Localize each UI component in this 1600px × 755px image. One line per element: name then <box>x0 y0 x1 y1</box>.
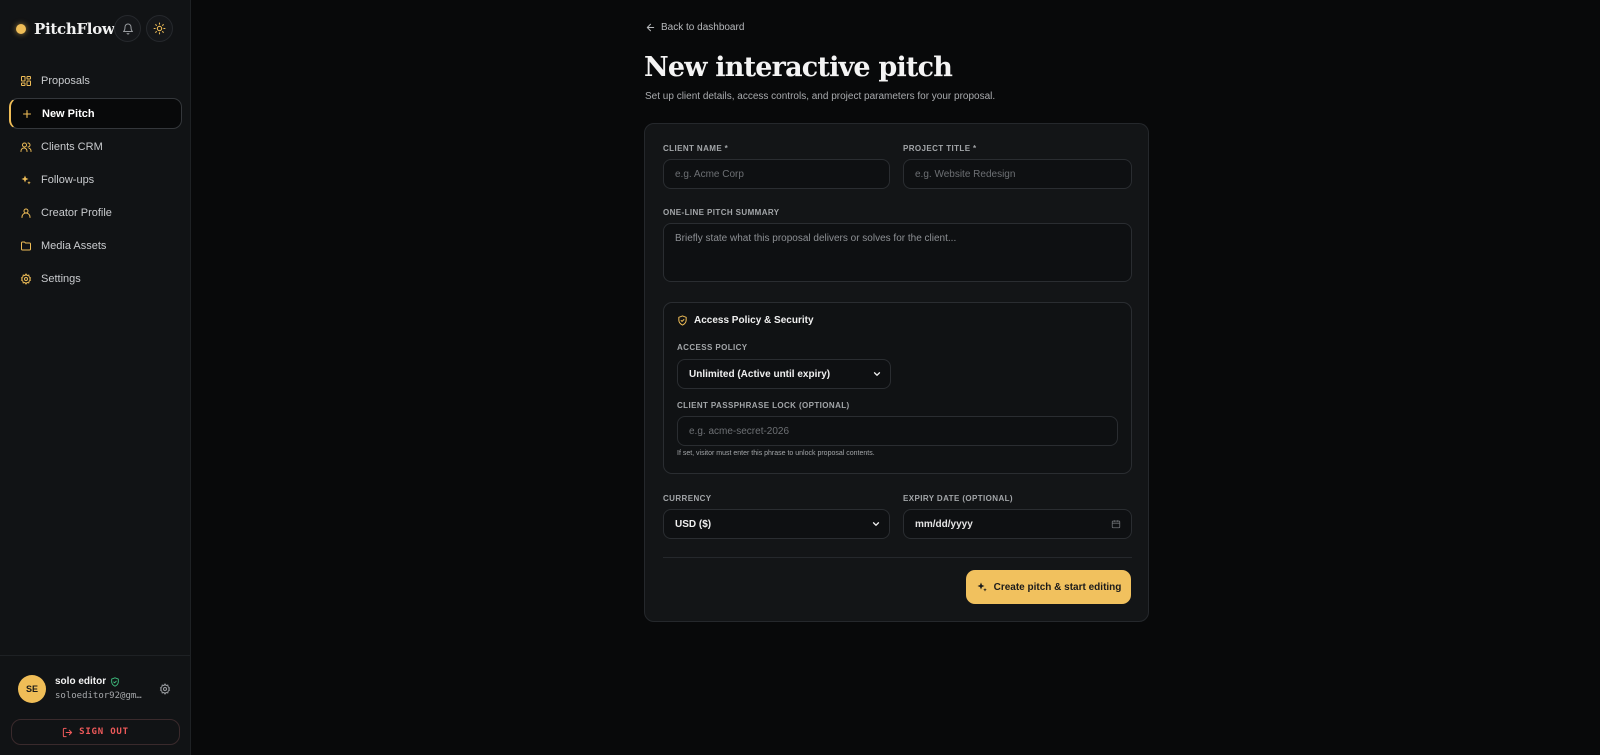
gear-icon <box>159 683 171 695</box>
client-name-label: CLIENT NAME * <box>663 144 729 153</box>
chevron-down-icon <box>872 522 880 526</box>
sidebar-item-media-assets[interactable]: Media Assets <box>9 230 182 261</box>
arrow-left-icon <box>646 23 655 32</box>
access-policy-select[interactable]: Unlimited (Active until expiry) <box>677 359 891 389</box>
create-pitch-button[interactable]: Create pitch & start editing <box>966 570 1131 604</box>
sidebar-item-creator-profile[interactable]: Creator Profile <box>9 197 182 228</box>
sidebar-item-follow-ups[interactable]: Follow-ups <box>9 164 182 195</box>
sidebar-item-proposals[interactable]: Proposals <box>9 65 182 96</box>
logout-icon <box>62 727 73 737</box>
sign-out-button[interactable]: SIGN OUT <box>11 719 180 745</box>
plus-icon <box>21 108 33 120</box>
sidebar-item-label: Settings <box>41 272 81 285</box>
notifications-button[interactable] <box>114 15 141 42</box>
project-title-label: PROJECT TITLE * <box>903 144 977 153</box>
verified-shield-icon <box>111 676 119 687</box>
expiry-date-value: mm/dd/yyyy <box>915 518 973 530</box>
sparkles-icon <box>20 174 32 186</box>
avatar[interactable]: SE <box>18 675 46 703</box>
users-icon <box>20 141 32 153</box>
chevron-down-icon <box>873 372 881 376</box>
gear-icon <box>20 272 32 285</box>
user-email: soloeditor92@gm… <box>55 691 142 701</box>
brand[interactable]: PitchFlow <box>16 16 115 42</box>
access-policy-title-text: Access Policy & Security <box>694 315 814 326</box>
access-policy-label: ACCESS POLICY <box>677 343 748 352</box>
bell-icon <box>122 23 133 34</box>
summary-textarea[interactable]: Briefly state what this proposal deliver… <box>663 223 1132 282</box>
brand-logo-icon <box>16 24 26 34</box>
form-divider <box>663 557 1132 558</box>
summary-label: ONE-LINE PITCH SUMMARY <box>663 208 780 217</box>
back-label: Back to dashboard <box>661 22 745 33</box>
new-pitch-form: CLIENT NAME * e.g. Acme Corp PROJECT TIT… <box>644 123 1149 622</box>
sidebar-divider <box>0 655 191 656</box>
calendar-icon[interactable] <box>1111 519 1121 529</box>
client-name-input[interactable]: e.g. Acme Corp <box>663 159 890 189</box>
account-settings-button[interactable] <box>159 682 171 700</box>
currency-value: USD ($) <box>675 518 712 530</box>
passphrase-label: CLIENT PASSPHRASE LOCK (OPTIONAL) <box>677 401 850 410</box>
project-title-input[interactable]: e.g. Website Redesign <box>903 159 1132 189</box>
sidebar: PitchFlow Proposals New Pitch Clients CR… <box>0 0 191 755</box>
currency-label: CURRENCY <box>663 494 712 503</box>
sidebar-item-settings[interactable]: Settings <box>9 263 182 294</box>
sidebar-item-label: Clients CRM <box>41 140 103 153</box>
user-name: solo editor <box>55 676 107 687</box>
shield-check-icon <box>678 315 687 326</box>
sidebar-nav: Proposals New Pitch Clients CRM Follow-u… <box>9 65 182 296</box>
grid-icon <box>20 75 32 87</box>
sidebar-item-label: Creator Profile <box>41 206 112 219</box>
sidebar-item-label: Media Assets <box>41 239 107 252</box>
sign-out-label: SIGN OUT <box>79 727 129 737</box>
currency-select[interactable]: USD ($) <box>663 509 890 539</box>
sidebar-item-label: Follow-ups <box>41 173 95 186</box>
sidebar-item-clients-crm[interactable]: Clients CRM <box>9 131 182 162</box>
access-policy-panel: Access Policy & Security ACCESS POLICY U… <box>663 302 1132 474</box>
sparkles-icon <box>977 582 987 592</box>
passphrase-input[interactable]: e.g. acme-secret-2026 <box>677 416 1118 446</box>
user-name-row: solo editor <box>55 676 120 687</box>
passphrase-hint: If set, visitor must enter this phrase t… <box>677 450 875 457</box>
page-title: New interactive pitch <box>644 52 953 83</box>
folder-icon <box>20 240 32 252</box>
sidebar-item-label: Proposals <box>41 74 90 87</box>
sidebar-item-new-pitch[interactable]: New Pitch <box>9 98 182 129</box>
access-policy-title: Access Policy & Security <box>677 315 814 326</box>
access-policy-value: Unlimited (Active until expiry) <box>689 368 831 380</box>
back-to-dashboard-link[interactable]: Back to dashboard <box>645 22 744 33</box>
theme-toggle-button[interactable] <box>146 15 173 42</box>
sidebar-item-label: New Pitch <box>42 107 95 120</box>
brand-name: PitchFlow <box>34 20 115 38</box>
sun-icon <box>153 22 166 35</box>
expiry-date-input[interactable]: mm/dd/yyyy <box>903 509 1132 539</box>
create-pitch-label: Create pitch & start editing <box>993 581 1122 593</box>
page-subtitle: Set up client details, access controls, … <box>645 91 996 102</box>
expiry-label: EXPIRY DATE (OPTIONAL) <box>903 494 1013 503</box>
user-icon <box>20 207 32 219</box>
